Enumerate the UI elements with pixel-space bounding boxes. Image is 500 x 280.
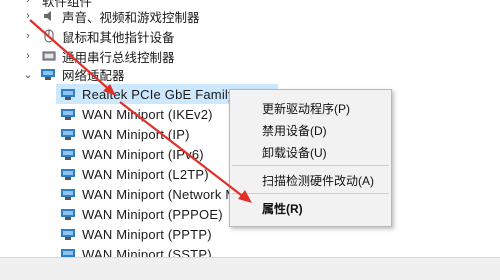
speaker-icon [42,9,56,23]
adapter-item[interactable]: WAN Miniport (IKEv2) [60,104,213,124]
menu-separator [232,193,389,194]
chevron-right-icon[interactable]: › [22,30,34,42]
network-adapter-icon [60,227,76,241]
chevron-right-icon[interactable]: › [22,10,34,22]
adapter-item[interactable]: WAN Miniport (IPv6) [60,144,204,164]
network-adapter-icon [60,167,76,181]
network-adapter-icon [60,187,76,201]
menu-item-disable-device[interactable]: 禁用设备(D) [262,122,327,139]
chevron-down-icon[interactable]: ⌄ [22,68,34,81]
adapter-label: WAN Miniport (L2TP) [82,166,209,182]
network-adapter-icon [60,127,76,141]
tree-category-sound[interactable]: › 声音、视频和游戏控制器 [22,6,200,26]
adapter-item[interactable]: WAN Miniport (PPPOE) [60,204,223,224]
menu-item-properties[interactable]: 属性(R) [262,200,303,217]
network-adapter-icon [60,87,76,101]
tree-category-usb[interactable]: › 通用串行总线控制器 [22,46,175,66]
tree-category-network-adapters[interactable]: ⌄ 网络适配器 [22,64,125,84]
usb-controller-icon [42,49,56,63]
adapter-label: WAN Miniport (IPv6) [82,146,204,162]
menu-item-uninstall-device[interactable]: 卸载设备(U) [262,144,327,161]
context-menu: 更新驱动程序(P) 禁用设备(D) 卸载设备(U) 扫描检测硬件改动(A) 属性… [229,89,392,227]
menu-item-update-driver[interactable]: 更新驱动程序(P) [262,100,350,117]
adapter-item[interactable]: WAN Miniport (IP) [60,124,190,144]
network-adapter-icon [60,107,76,121]
adapter-item[interactable]: WAN Miniport (L2TP) [60,164,209,184]
adapter-item[interactable]: WAN Miniport (PPTP) [60,224,212,244]
category-label: 通用串行总线控制器 [62,50,175,65]
chevron-right-icon[interactable]: › [22,50,34,62]
adapter-label: WAN Miniport (PPTP) [82,226,212,242]
tree-category-mice[interactable]: › 鼠标和其他指针设备 [22,26,175,46]
status-bar [0,257,500,280]
network-adapter-icon [40,67,56,81]
mouse-icon [42,29,56,43]
adapter-label: WAN Miniport (IP) [82,126,190,142]
network-adapter-icon [60,147,76,161]
adapter-label: WAN Miniport (IKEv2) [82,106,213,122]
category-label: 声音、视频和游戏控制器 [62,10,200,25]
category-label: 鼠标和其他指针设备 [62,30,175,45]
adapter-label: WAN Miniport (PPPOE) [82,206,223,222]
menu-separator [232,165,389,166]
network-adapter-icon [60,207,76,221]
menu-item-scan-hardware[interactable]: 扫描检测硬件改动(A) [262,172,374,189]
category-label: 网络适配器 [62,68,125,83]
